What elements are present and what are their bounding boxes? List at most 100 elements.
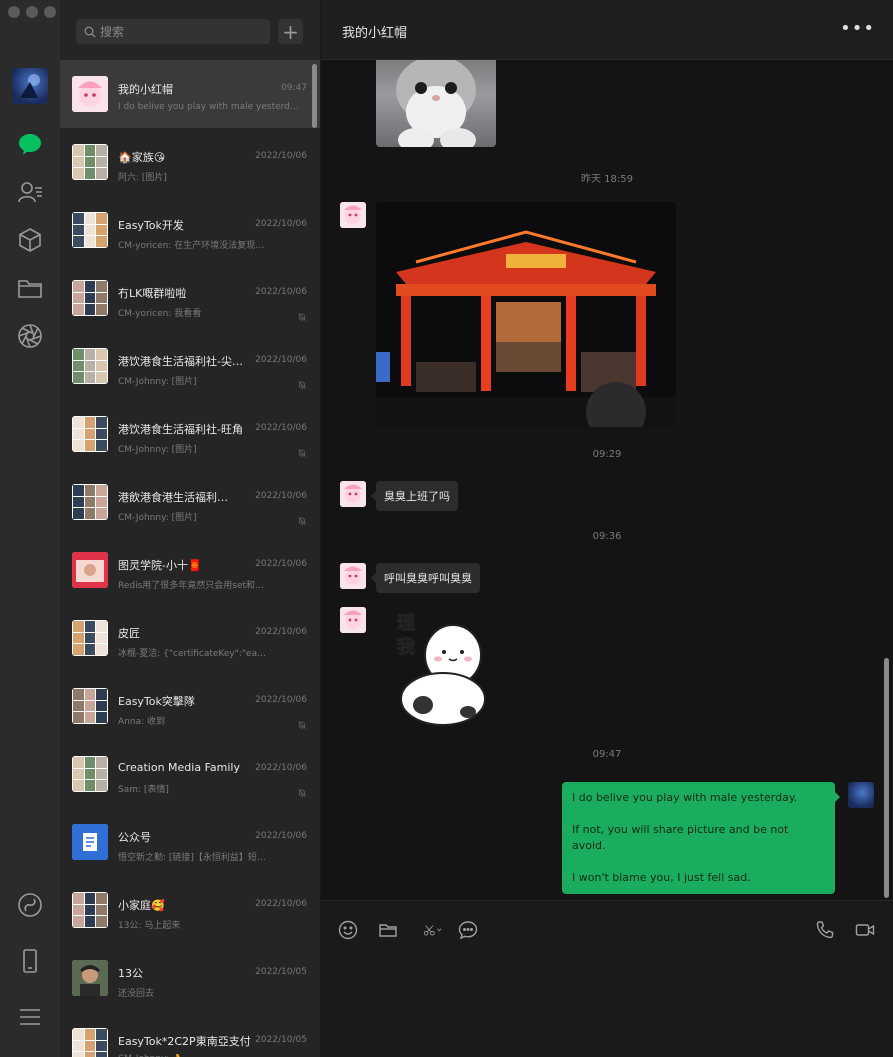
chat-avatar: [72, 960, 108, 996]
chat-list-item[interactable]: EasyTok*2C2P東南亞支付2022/10/05CM-Johnny: 👌: [60, 1012, 320, 1057]
chat-list-item[interactable]: 🏠家族😘 2022/10/06 阿六: [图片]: [60, 128, 320, 196]
conversation-title: 我的小红帽: [342, 26, 408, 41]
chat-preview: CM-Johnny: [图片]: [118, 513, 197, 523]
chat-list-item[interactable]: 我的小红帽 09:47 I do belive you play with male…: [60, 60, 320, 128]
chat-list-item[interactable]: 港饮港食生活福利社-尖… 2022/10/06 CM-Johnny: [图片]: [60, 332, 320, 400]
add-chat-button[interactable]: +: [278, 19, 303, 44]
input-toolbar: [321, 900, 893, 1057]
conversation-header: 我的小红帽 •••: [321, 0, 893, 60]
chat-list-panel: + 我的小红帽 09:47 I do belive you play with ma…: [60, 0, 321, 1057]
chat-avatar: [72, 212, 108, 248]
wechat-window: + 我的小红帽 09:47 I do belive you play with ma…: [0, 0, 893, 1057]
chat-time: 2022/10/06: [255, 831, 307, 841]
chat-list-item[interactable]: 皮匠 2022/10/06 冰棍-夏洁: {"certificateKey":"ea…: [60, 604, 320, 672]
sticker-text-1: 理: [397, 613, 415, 634]
contact-avatar[interactable]: [340, 202, 366, 228]
contact-avatar[interactable]: [340, 481, 366, 507]
chat-avatar: [72, 76, 108, 112]
search-box[interactable]: [76, 19, 270, 44]
chat-list-item[interactable]: EasyTok突擊隊 2022/10/06 Anna: 收到: [60, 672, 320, 740]
chat-preview: I do belive you play with male yesterday…: [118, 102, 304, 112]
chat-list-item[interactable]: 公众号 2022/10/06 悟空新之勤: [链接]【永恒利益】短评「敬…: [60, 808, 320, 876]
chat-list: 我的小红帽 09:47 I do belive you play with male…: [60, 60, 320, 1057]
chat-time: 2022/10/06: [255, 423, 307, 433]
chat-time: 2022/10/06: [255, 219, 307, 229]
my-avatar[interactable]: [12, 68, 48, 104]
phone-icon[interactable]: [15, 946, 45, 976]
chat-list-item[interactable]: 港饮港食生活福利社-旺角 2022/10/06 CM-Johnny: [图片]: [60, 400, 320, 468]
incoming-message[interactable]: 臭臭上班了吗: [371, 481, 458, 511]
voice-call-icon[interactable]: [814, 919, 836, 941]
chat-time: 2022/10/06: [255, 899, 307, 909]
chat-avatar: [72, 824, 108, 860]
nav-rail: [0, 0, 60, 1057]
chat-name: 港飲港食港生活福利…: [118, 491, 228, 504]
more-button[interactable]: •••: [840, 20, 875, 38]
files-icon[interactable]: [15, 273, 45, 303]
window-zoom-button[interactable]: [44, 6, 56, 18]
chat-name: 港饮港食生活福利社-旺角: [118, 423, 243, 436]
chat-time: 2022/10/06: [255, 559, 307, 569]
chat-preview: CM-yoricen: 我看看: [118, 309, 202, 319]
chat-time: 2022/10/06: [255, 695, 307, 705]
chat-preview: CM-yoricen: 在生产环境没法复现@Tron: [118, 241, 268, 251]
chat-avatar: [72, 756, 108, 792]
chat-preview: Redis用了很多年竟然只会用set和get? 🥳R…: [118, 581, 268, 591]
mute-bell-icon: [297, 307, 307, 321]
image-message-night-building[interactable]: [376, 202, 676, 427]
mute-bell-icon: [297, 443, 307, 457]
chat-avatar: [72, 688, 108, 724]
contact-avatar[interactable]: [340, 563, 366, 589]
chat-time: 2022/10/06: [255, 763, 307, 773]
chat-name: 小家庭🥰: [118, 899, 165, 912]
chat-name: 13公: [118, 967, 143, 980]
chat-preview: Sam: [表情]: [118, 785, 169, 795]
video-call-icon[interactable]: [854, 919, 876, 941]
chat-name: 🏠家族😘: [118, 151, 166, 164]
message-area: 昨天 18:59 09:29 臭臭上班了吗 09:36 呼叫臭臭呼叫臭臭 理 我…: [321, 60, 893, 900]
chat-time: 2022/10/06: [255, 491, 307, 501]
emoji-icon[interactable]: [337, 919, 359, 941]
chat-name: EasyTok*2C2P東南亞支付: [118, 1035, 251, 1048]
chat-list-item[interactable]: 冇LK嘅群啦啦 2022/10/06 CM-yoricen: 我看看: [60, 264, 320, 332]
moments-icon[interactable]: [15, 321, 45, 351]
image-message-cat[interactable]: [376, 60, 496, 147]
chat-list-item[interactable]: 港飲港食港生活福利… 2022/10/06 CM-Johnny: [图片]: [60, 468, 320, 536]
chat-list-scrollbar[interactable]: [312, 64, 317, 128]
sticker-message[interactable]: 理 我: [383, 607, 493, 727]
chat-time: 2022/10/05: [255, 1035, 307, 1045]
window-close-button[interactable]: [8, 6, 20, 18]
my-message-avatar[interactable]: [848, 782, 874, 808]
chat-list-item[interactable]: Creation Media Family 2022/10/06 Sam: [表情]: [60, 740, 320, 808]
conversation-pane: 我的小红帽 ••• 昨天 18:59 09:29 臭臭上班了吗 09:36 呼叫…: [321, 0, 893, 1057]
chat-list-item[interactable]: 图灵学院-小十🧧 2022/10/06 Redis用了很多年竟然只会用set和get…: [60, 536, 320, 604]
chat-avatar: [72, 348, 108, 384]
chats-icon[interactable]: [15, 129, 45, 159]
chat-avatar: [72, 416, 108, 452]
chat-name: EasyTok突擊隊: [118, 695, 195, 708]
search-input[interactable]: [100, 24, 260, 39]
contact-avatar[interactable]: [340, 607, 366, 633]
screenshot-icon[interactable]: [417, 919, 449, 941]
chat-preview: 冰棍-夏洁: {"certificateKey":"easybyte-de…: [118, 649, 268, 659]
chat-avatar: [72, 892, 108, 928]
channels-icon[interactable]: [15, 890, 45, 920]
chat-avatar: [72, 484, 108, 520]
contacts-icon[interactable]: [15, 177, 45, 207]
conversation-scrollbar[interactable]: [884, 658, 889, 898]
outgoing-message[interactable]: I do belive you play with male yesterday…: [562, 782, 840, 894]
chat-history-icon[interactable]: [457, 919, 479, 941]
chat-list-item[interactable]: 13公 2022/10/05 还没回去: [60, 944, 320, 1012]
menu-icon[interactable]: [15, 1002, 45, 1032]
incoming-message[interactable]: 呼叫臭臭呼叫臭臭: [371, 563, 480, 593]
chat-avatar: [72, 552, 108, 588]
chat-preview: CM-Johnny: [图片]: [118, 377, 197, 387]
chat-list-item[interactable]: EasyTok开发 2022/10/06 CM-yoricen: 在生产环境没法复现…: [60, 196, 320, 264]
chat-list-item[interactable]: 小家庭🥰 2022/10/06 13公: 马上起来: [60, 876, 320, 944]
chat-time: 2022/10/06: [255, 151, 307, 161]
chat-time: 09:47: [281, 83, 307, 93]
file-icon[interactable]: [377, 919, 399, 941]
chat-name: 冇LK嘅群啦啦: [118, 287, 187, 300]
mini-programs-icon[interactable]: [15, 225, 45, 255]
window-minimize-button[interactable]: [26, 6, 38, 18]
